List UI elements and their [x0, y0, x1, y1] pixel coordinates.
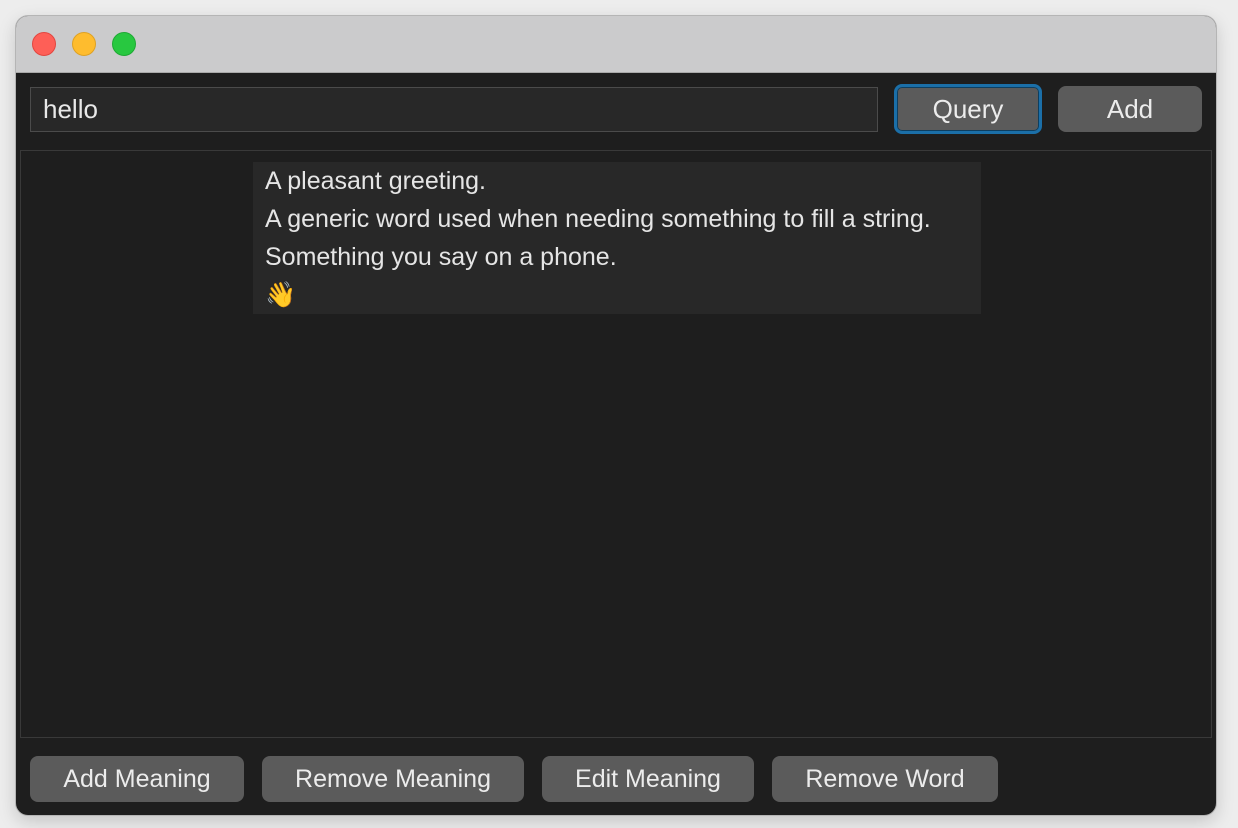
meaning-item[interactable]: 👋 — [253, 276, 981, 314]
remove-word-button[interactable]: Remove Word — [772, 756, 998, 802]
meaning-item[interactable]: A pleasant greeting. — [253, 162, 981, 200]
add-button[interactable]: Add — [1058, 86, 1202, 132]
meaning-item[interactable]: Something you say on a phone. — [253, 238, 981, 276]
app-window: Query Add A pleasant greeting. A generic… — [16, 16, 1216, 815]
close-window-button[interactable] — [32, 32, 56, 56]
meanings-panel: A pleasant greeting. A generic word used… — [20, 150, 1212, 738]
meanings-list[interactable]: A pleasant greeting. A generic word used… — [253, 162, 981, 314]
edit-meaning-button[interactable]: Edit Meaning — [542, 756, 754, 802]
minimize-window-button[interactable] — [72, 32, 96, 56]
zoom-window-button[interactable] — [112, 32, 136, 56]
meaning-item[interactable]: A generic word used when needing somethi… — [253, 200, 981, 238]
word-search-input[interactable] — [30, 87, 878, 132]
remove-meaning-button[interactable]: Remove Meaning — [262, 756, 524, 802]
query-button[interactable]: Query — [894, 84, 1042, 134]
title-bar[interactable] — [16, 16, 1216, 73]
add-meaning-button[interactable]: Add Meaning — [30, 756, 244, 802]
